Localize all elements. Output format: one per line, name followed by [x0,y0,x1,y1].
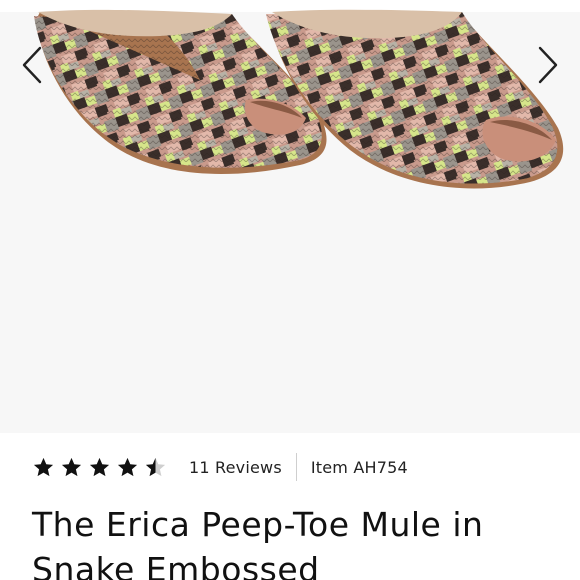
star-full-icon [89,457,110,476]
product-image-gallery[interactable] [0,0,580,433]
next-image-button[interactable] [530,40,566,90]
meta-divider [295,453,297,481]
rating-stars [32,456,167,479]
product-meta-row: 11 Reviews Item AH754 [32,450,408,484]
star-full-icon [33,457,54,476]
product-image [34,9,564,189]
product-title: The Erica Peep-Toe Mule in Snake Embosse… [32,505,484,580]
star-half-icon [145,457,166,476]
previous-image-button[interactable] [14,40,50,90]
star-full-icon [61,457,82,476]
item-number: Item AH754 [310,457,408,477]
star-full-icon [117,457,138,476]
chevron-left-icon [22,46,42,84]
chevron-right-icon [538,46,558,84]
right-shoe [266,9,564,189]
reviews-link[interactable]: 11 Reviews [189,458,282,477]
